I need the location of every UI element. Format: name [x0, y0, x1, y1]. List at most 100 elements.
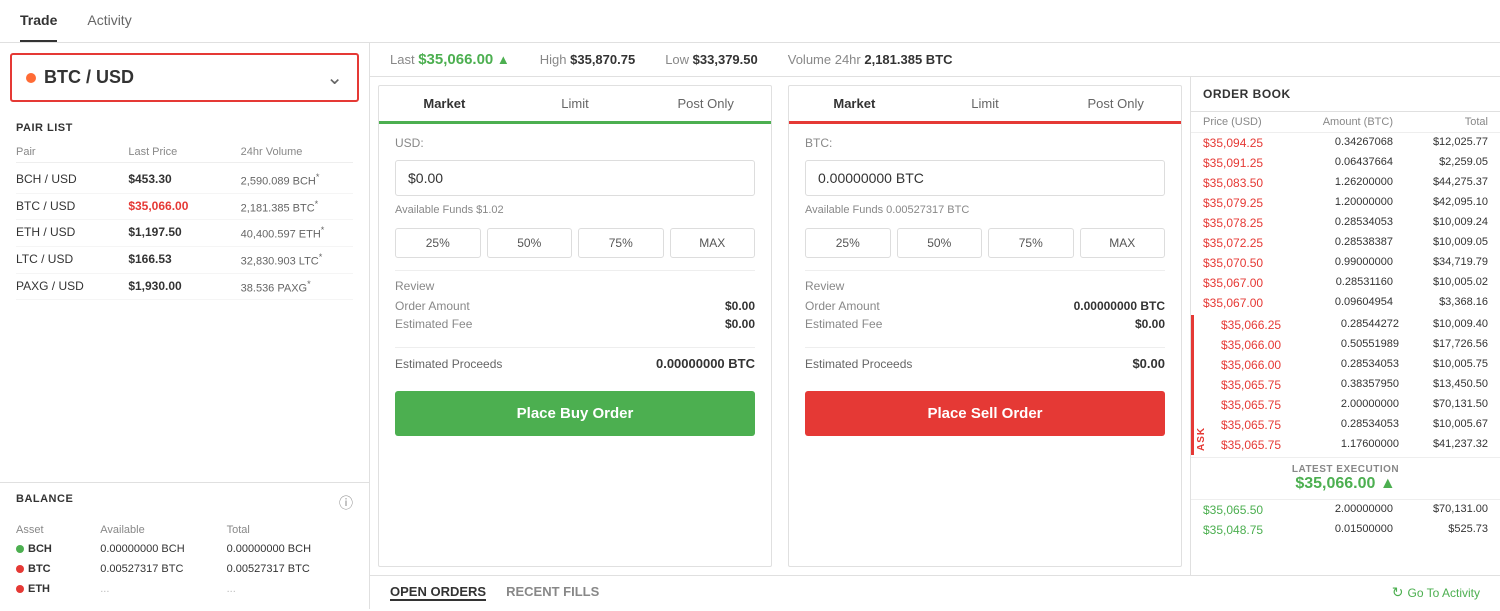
latest-execution-price: $35,066.00 ▲: [1203, 475, 1488, 493]
balance-row-eth: ETH ... ...: [16, 579, 353, 599]
top-nav: Trade Activity: [0, 0, 1500, 43]
table-row: $35,091.250.06437664$2,259.05: [1191, 153, 1500, 173]
list-item[interactable]: ETH / USD $1,197.50 40,400.597 ETH*: [16, 220, 353, 247]
table-row: $35,065.750.28534053$10,005.67: [1209, 415, 1500, 435]
high-price-info: High $35,870.75: [540, 52, 635, 67]
buy-25-btn[interactable]: 25%: [395, 228, 481, 258]
sell-available-funds: Available Funds 0.00527317 BTC: [805, 204, 1165, 216]
table-row: $35,083.501.26200000$44,275.37: [1191, 173, 1500, 193]
sell-panel-body: BTC: Available Funds 0.00527317 BTC 25% …: [789, 124, 1181, 566]
buy-percent-buttons: 25% 50% 75% MAX: [395, 228, 755, 258]
buy-proceeds-row: Estimated Proceeds 0.00000000 BTC: [395, 347, 755, 379]
eth-status-dot: [16, 585, 24, 593]
volume-col-header: 24hr Volume: [241, 146, 353, 158]
pair-list-title: PAIR LIST: [16, 122, 353, 134]
table-row: $35,065.751.17600000$41,237.32: [1209, 435, 1500, 455]
table-row: $35,065.502.00000000$70,131.00: [1191, 500, 1500, 520]
refresh-icon: ↻: [1392, 584, 1404, 601]
nav-trade[interactable]: Trade: [20, 0, 57, 42]
place-buy-order-button[interactable]: Place Buy Order: [395, 391, 755, 436]
buy-review: Review Order Amount $0.00 Estimated Fee …: [395, 270, 755, 335]
bottom-bar: OPEN ORDERS RECENT FILLS ↻ Go To Activit…: [370, 575, 1500, 609]
table-row: $35,070.500.99000000$34,719.79: [1191, 253, 1500, 273]
tab-market-buy[interactable]: Market: [379, 86, 510, 124]
table-row: $35,072.250.28538387$10,009.05: [1191, 233, 1500, 253]
buy-max-btn[interactable]: MAX: [670, 228, 756, 258]
tab-limit-sell[interactable]: Limit: [920, 86, 1051, 121]
sell-amount-input[interactable]: [805, 160, 1165, 196]
pair-list-header: Pair Last Price 24hr Volume: [16, 142, 353, 163]
btc-status-dot: [16, 565, 24, 573]
buy-panel: Market Limit Post Only USD: Available Fu…: [378, 85, 772, 567]
tab-post-only-sell[interactable]: Post Only: [1050, 86, 1181, 121]
balance-row-bch: BCH 0.00000000 BCH 0.00000000 BCH: [16, 539, 353, 559]
tab-post-only-buy[interactable]: Post Only: [640, 86, 771, 121]
sell-currency-label: BTC:: [805, 136, 1165, 150]
order-book: ORDER BOOK Price (USD) Amount (BTC) Tota…: [1190, 77, 1500, 575]
list-item[interactable]: BTC / USD $35,066.00 2,181.385 BTC*: [16, 194, 353, 221]
nav-activity[interactable]: Activity: [87, 0, 131, 42]
table-row: $35,066.000.50551989$17,726.56: [1209, 335, 1500, 355]
tab-open-orders[interactable]: OPEN ORDERS: [390, 584, 486, 601]
table-row: $35,065.750.38357950$13,450.50: [1209, 375, 1500, 395]
balance-list-header: Asset Available Total: [16, 521, 353, 539]
sell-proceeds-row: Estimated Proceeds $0.00: [805, 347, 1165, 379]
balance-header: BALANCE ⓘ: [16, 493, 353, 513]
sell-tabs: Market Limit Post Only: [789, 86, 1181, 124]
price-up-arrow: ▲: [497, 52, 510, 67]
pair-selector[interactable]: BTC / USD ⌄: [10, 53, 359, 102]
sell-50-btn[interactable]: 50%: [897, 228, 983, 258]
order-book-header: ORDER BOOK: [1191, 77, 1500, 112]
sell-review-title: Review: [805, 279, 1165, 293]
sell-order-amount-row: Order Amount 0.00000000 BTC: [805, 299, 1165, 313]
latest-exec-arrow: ▲: [1380, 475, 1396, 492]
table-row: $35,094.250.34267068$12,025.77: [1191, 133, 1500, 153]
pair-list: PAIR LIST Pair Last Price 24hr Volume BC…: [0, 112, 369, 482]
bottom-tabs: OPEN ORDERS RECENT FILLS: [390, 584, 599, 601]
buy-50-btn[interactable]: 50%: [487, 228, 573, 258]
table-row: $35,065.752.00000000$70,131.50: [1209, 395, 1500, 415]
buy-75-btn[interactable]: 75%: [578, 228, 664, 258]
buy-tabs: Market Limit Post Only: [379, 86, 771, 124]
buy-fee-row: Estimated Fee $0.00: [395, 317, 755, 331]
sell-percent-buttons: 25% 50% 75% MAX: [805, 228, 1165, 258]
low-price-info: Low $33,379.50: [665, 52, 758, 67]
buy-available-funds: Available Funds $1.02: [395, 204, 755, 216]
table-row: $35,078.250.28534053$10,009.24: [1191, 213, 1500, 233]
buy-amount-input[interactable]: [395, 160, 755, 196]
tab-recent-fills[interactable]: RECENT FILLS: [506, 584, 599, 601]
sell-panel: Market Limit Post Only BTC: Available Fu…: [788, 85, 1182, 567]
chevron-down-icon: ⌄: [326, 65, 343, 90]
last-price-info: Last $35,066.00 ▲: [390, 51, 510, 68]
ask-rows: $35,094.250.34267068$12,025.77 $35,091.2…: [1191, 133, 1500, 575]
buy-order-amount-row: Order Amount $0.00: [395, 299, 755, 313]
tab-market-sell[interactable]: Market: [789, 86, 920, 124]
sell-75-btn[interactable]: 75%: [988, 228, 1074, 258]
market-info-bar: Last $35,066.00 ▲ High $35,870.75 Low $3…: [370, 43, 1500, 77]
table-row: $35,067.000.09604954$3,368.16: [1191, 293, 1500, 313]
table-row: $35,066.000.28534053$10,005.75: [1209, 355, 1500, 375]
place-sell-order-button[interactable]: Place Sell Order: [805, 391, 1165, 436]
table-row: $35,048.750.01500000$525.73: [1191, 520, 1500, 540]
balance-title: BALANCE: [16, 493, 73, 505]
table-row: $35,066.250.28544272$10,009.40: [1209, 315, 1500, 335]
order-book-cols: Price (USD) Amount (BTC) Total: [1191, 112, 1500, 133]
pair-status-dot: [26, 73, 36, 83]
table-row: $35,079.251.20000000$42,095.10: [1191, 193, 1500, 213]
sell-fee-row: Estimated Fee $0.00: [805, 317, 1165, 331]
go-to-activity-link[interactable]: ↻ Go To Activity: [1392, 584, 1480, 601]
price-col-header: Last Price: [128, 146, 240, 158]
table-row: $35,067.000.28531160$10,005.02: [1191, 273, 1500, 293]
info-icon[interactable]: ⓘ: [339, 493, 353, 513]
sell-max-btn[interactable]: MAX: [1080, 228, 1166, 258]
list-item[interactable]: BCH / USD $453.30 2,590.089 BCH*: [16, 167, 353, 194]
balance-row-btc: BTC 0.00527317 BTC 0.00527317 BTC: [16, 559, 353, 579]
sell-review: Review Order Amount 0.00000000 BTC Estim…: [805, 270, 1165, 335]
tab-limit-buy[interactable]: Limit: [510, 86, 641, 121]
sell-25-btn[interactable]: 25%: [805, 228, 891, 258]
sidebar: BTC / USD ⌄ PAIR LIST Pair Last Price 24…: [0, 43, 370, 609]
pair-col-header: Pair: [16, 146, 128, 158]
list-item[interactable]: PAXG / USD $1,930.00 38.536 PAXG*: [16, 274, 353, 301]
list-item[interactable]: LTC / USD $166.53 32,830.903 LTC*: [16, 247, 353, 274]
bch-status-dot: [16, 545, 24, 553]
